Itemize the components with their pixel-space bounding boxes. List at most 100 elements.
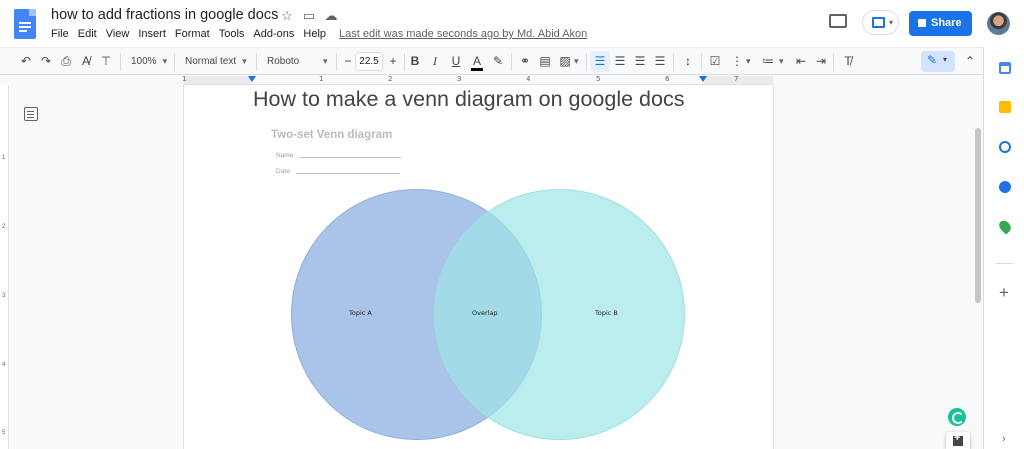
toolbar-divider — [174, 53, 175, 71]
ruler-number: 7 — [734, 75, 739, 83]
menu-file[interactable]: File — [51, 28, 69, 40]
grammarly-icon[interactable] — [948, 408, 966, 426]
numbered-list-icon[interactable]: ≔ — [760, 53, 776, 70]
ruler-number: 3 — [2, 293, 6, 299]
last-edit-link[interactable]: Last edit was made seconds ago by Md. Ab… — [339, 28, 587, 40]
menu-view[interactable]: View — [106, 28, 130, 40]
justify-icon[interactable]: ☰ — [652, 53, 668, 70]
menu-tools[interactable]: Tools — [219, 28, 245, 40]
align-right-icon[interactable]: ☰ — [632, 53, 648, 70]
checklist-icon[interactable]: ☑ — [707, 53, 723, 70]
document-outline-icon[interactable] — [24, 107, 38, 121]
style-select[interactable]: Normal text — [185, 53, 247, 70]
formatting-toolbar: ↶ ↷ ⎙ A̸ ⊤ 100% Normal text Roboto ▾ − 2… — [0, 47, 1024, 75]
google-docs-window: how to add fractions in google docs ☆ ▭ … — [0, 0, 1024, 449]
horizontal-ruler[interactable]: 1 1 2 3 4 5 6 7 — [182, 75, 773, 85]
keep-icon[interactable] — [999, 101, 1011, 113]
side-panel: + › — [983, 47, 1024, 449]
menu-edit[interactable]: Edit — [78, 28, 97, 40]
ruler-number: 6 — [665, 75, 670, 83]
align-center-icon[interactable]: ☰ — [612, 53, 628, 70]
toolbar-divider — [256, 53, 257, 71]
title-icons: ☆ ▭ ☁ — [279, 8, 339, 24]
bold-button[interactable]: B — [407, 53, 423, 70]
document-heading: How to make a venn diagram on google doc… — [253, 87, 685, 111]
explore-button[interactable] — [946, 432, 970, 449]
highlight-icon[interactable]: ✎ — [490, 53, 506, 70]
explore-icon — [953, 432, 963, 446]
maps-icon[interactable] — [996, 218, 1014, 235]
decrease-indent-icon[interactable]: ⇤ — [793, 53, 809, 70]
menu-help[interactable]: Help — [303, 28, 326, 40]
chevron-down-icon[interactable]: ▾ — [574, 53, 579, 70]
document-title[interactable]: how to add fractions in google docs — [51, 7, 278, 23]
increase-indent-icon[interactable]: ⇥ — [813, 53, 829, 70]
print-icon[interactable]: ⎙ — [58, 53, 74, 70]
ruler-number: 2 — [388, 75, 393, 83]
date-label: Date: — [276, 168, 292, 175]
ruler-number: 1 — [2, 155, 6, 161]
account-avatar[interactable] — [987, 12, 1010, 35]
menu-addons[interactable]: Add-ons — [253, 28, 294, 40]
docs-logo-icon[interactable] — [14, 9, 36, 39]
date-underline — [295, 173, 400, 174]
name-label: Name: — [276, 152, 296, 159]
ruler-number: 2 — [2, 224, 6, 230]
chevron-down-icon[interactable]: ▾ — [746, 53, 751, 70]
line-spacing-icon[interactable]: ↕ — [680, 53, 696, 70]
comment-history-icon[interactable] — [829, 14, 847, 28]
name-underline — [299, 157, 402, 158]
redo-icon[interactable]: ↷ — [38, 53, 54, 70]
lock-icon — [918, 19, 926, 27]
contacts-icon[interactable] — [999, 181, 1011, 193]
align-left-icon[interactable]: ☰ — [592, 53, 608, 70]
underline-button[interactable]: U — [448, 53, 464, 70]
left-indent-marker[interactable] — [248, 76, 256, 82]
vertical-ruler[interactable]: 1 2 3 4 5 — [0, 85, 9, 449]
add-addon-icon[interactable]: + — [999, 283, 1009, 303]
toolbar-divider — [586, 53, 587, 71]
move-folder-icon[interactable]: ▭ — [301, 8, 317, 24]
italic-button[interactable]: I — [427, 53, 443, 70]
share-button[interactable]: Share — [909, 11, 972, 36]
clear-formatting-icon[interactable]: T̸ — [840, 53, 856, 70]
menu-insert[interactable]: Insert — [138, 28, 166, 40]
toolbar-divider — [120, 53, 121, 71]
toolbar-divider — [673, 53, 674, 71]
right-indent-marker[interactable] — [699, 76, 707, 82]
menu-format[interactable]: Format — [175, 28, 210, 40]
toolbar-divider — [336, 53, 337, 71]
chevron-down-icon[interactable]: ▾ — [779, 53, 784, 70]
undo-icon[interactable]: ↶ — [18, 53, 34, 70]
star-icon[interactable]: ☆ — [279, 8, 295, 24]
decrease-font-size-button[interactable]: − — [340, 53, 356, 70]
toolbar-divider — [511, 53, 512, 71]
calendar-icon[interactable] — [999, 62, 1011, 74]
font-select[interactable]: Roboto ▾ — [267, 53, 331, 70]
date-field: Date: — [276, 168, 400, 175]
insert-comment-icon[interactable]: ▤ — [537, 53, 553, 70]
hide-menus-icon[interactable]: ⌃ — [962, 53, 978, 70]
present-button[interactable]: ▾ — [862, 10, 899, 35]
cloud-status-icon[interactable]: ☁ — [323, 8, 339, 24]
venn-diagram-title: Two-set Venn diagram — [271, 129, 393, 141]
tasks-icon[interactable] — [999, 141, 1011, 153]
zoom-select[interactable]: 100% — [131, 53, 167, 70]
insert-image-icon[interactable]: ▨ — [557, 53, 573, 70]
increase-font-size-button[interactable]: + — [385, 53, 401, 70]
font-size-input[interactable]: 22.5 — [355, 52, 383, 71]
scrollbar-thumb[interactable] — [975, 128, 981, 303]
side-panel-divider — [996, 263, 1014, 264]
menu-bar: File Edit View Insert Format Tools Add-o… — [51, 28, 596, 40]
present-icon — [872, 17, 885, 28]
text-color-swatch — [471, 68, 483, 71]
ruler-number: 1 — [319, 75, 324, 83]
spellcheck-icon[interactable]: A̸ — [78, 53, 94, 70]
chevron-right-icon[interactable]: › — [1002, 433, 1006, 445]
insert-link-icon[interactable]: ⚭ — [517, 53, 533, 70]
paint-format-icon[interactable]: ⊤ — [98, 53, 114, 70]
ruler-number: 4 — [2, 362, 6, 368]
document-page[interactable]: How to make a venn diagram on google doc… — [184, 85, 773, 449]
editing-mode-button[interactable]: ✎ ▾ — [921, 51, 955, 72]
bulleted-list-icon[interactable]: ⋮ — [729, 53, 745, 70]
